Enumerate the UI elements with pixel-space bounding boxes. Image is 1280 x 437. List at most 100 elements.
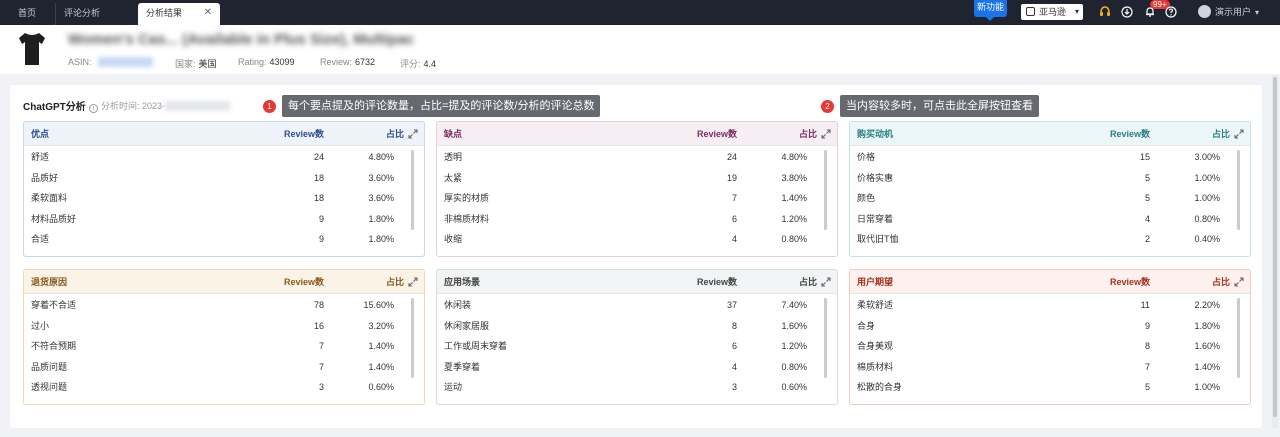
row-label: 材料品质好 (31, 213, 77, 224)
row-label: 夏季穿着 (444, 361, 481, 372)
product-image (19, 33, 45, 65)
table-row: 不符合预期 7 1.40% (24, 336, 424, 357)
row-review-count: 2 (1144, 234, 1150, 244)
row-percent: 4.80% (781, 152, 807, 162)
country-value: 美国 (198, 59, 217, 69)
card-scrollbar[interactable] (824, 150, 827, 230)
card-header: 购买动机 Review数 占比 (850, 122, 1250, 146)
row-percent: 3.60% (368, 172, 394, 183)
card-rows: 透明 24 4.80% 太紧 19 3.80% 厚实的材质 7 1.40% 非棉质材料 6 1.20%… (437, 147, 837, 256)
card-header: 用户期望 Review数 占比 (850, 270, 1250, 294)
table-row: 休闲家居服 8 1.60% (437, 316, 837, 337)
table-row: 松散的合身 5 1.00% (850, 377, 1250, 398)
row-label: 收缩 (444, 234, 463, 244)
card-return-reasons: 退货原因 Review数 占比 穿着不合适 78 15.60% 过小 16 3.20% 不符合预期… (23, 269, 425, 405)
expand-fullscreen-icon[interactable] (1234, 277, 1244, 287)
analysis-time: 分析时间: 2023- (101, 99, 231, 112)
score-value: 4.4 (423, 59, 437, 69)
table-row: 收缩 4 0.80% (437, 229, 837, 250)
row-percent: 0.60% (368, 382, 394, 392)
card-scrollbar[interactable] (824, 298, 827, 378)
table-row: 合适 9 1.80% (24, 229, 424, 250)
table-row: 穿着不合适 78 15.60% (24, 295, 424, 316)
card-scrollbar[interactable] (411, 298, 414, 378)
col-header-review: Review数 (283, 129, 324, 139)
row-percent: 1.40% (368, 361, 394, 372)
card-rows: 穿着不合适 78 15.60% 过小 16 3.20% 不符合预期 7 1.40% 品质问题 7 1.… (24, 295, 424, 404)
tab-home[interactable]: 首页 (10, 3, 50, 25)
card-title: 优点 (31, 129, 50, 139)
analysis-time-redacted (165, 101, 231, 111)
row-review-count: 3 (731, 382, 737, 392)
table-row: 棉质材料 7 1.40% (850, 357, 1250, 378)
expand-fullscreen-icon[interactable] (821, 277, 831, 287)
download-icon[interactable] (1121, 6, 1133, 18)
col-header-percent: 占比 (385, 277, 404, 287)
tab-analysis-result[interactable]: 分析结果 ✕ (138, 3, 220, 25)
card-title: 购买动机 (857, 129, 894, 139)
card-scrollbar[interactable] (411, 150, 414, 230)
row-label: 柔软面料 (31, 193, 68, 203)
row-percent: 0.80% (781, 234, 807, 244)
help-icon[interactable] (1165, 6, 1177, 18)
row-label: 非棉质材料 (444, 213, 490, 224)
row-percent: 1.40% (368, 341, 394, 351)
table-row: 过小 16 3.20% (24, 316, 424, 337)
row-percent: 1.60% (1194, 341, 1220, 351)
row-percent: 1.40% (1194, 361, 1220, 372)
headset-icon[interactable] (1099, 6, 1111, 18)
close-icon[interactable]: ✕ (204, 3, 212, 23)
row-percent: 0.80% (781, 361, 807, 372)
card-purchase-motivation: 购买动机 Review数 占比 价格 15 3.00% 价格实惠 5 1.00% 颜色 5 1.00%… (849, 121, 1251, 257)
card-title: 退货原因 (31, 277, 68, 287)
analysis-title: ChatGPT分析 i (23, 98, 98, 113)
card-scrollbar[interactable] (1237, 298, 1240, 378)
info-icon[interactable]: i (88, 104, 98, 113)
row-label: 不符合预期 (31, 341, 77, 351)
page-scrollbar[interactable] (1272, 75, 1278, 428)
table-row: 品质好 18 3.60% (24, 168, 424, 189)
row-review-count: 7 (1144, 361, 1150, 372)
card-user-expectations: 用户期望 Review数 占比 柔软舒适 11 2.20% 合身 9 1.80% 合身美观 8 1.6… (849, 269, 1251, 405)
card-scrollbar[interactable] (1237, 150, 1240, 230)
row-percent: 4.80% (368, 152, 394, 162)
marketplace-select[interactable]: 亚马逊 ▾ (1021, 4, 1083, 20)
table-row: 材料品质好 9 1.80% (24, 209, 424, 230)
new-feature-button[interactable]: 新功能 (974, 0, 1007, 21)
row-percent: 1.80% (368, 234, 394, 244)
row-percent: 1.20% (781, 213, 807, 224)
row-review-count: 7 (731, 193, 737, 203)
tab-review-analysis[interactable]: 评论分析 (55, 3, 137, 25)
row-review-count: 15 (1139, 152, 1150, 162)
row-label: 休闲家居服 (444, 320, 490, 331)
expand-fullscreen-icon[interactable] (408, 129, 418, 139)
row-review-count: 37 (726, 300, 737, 310)
expand-fullscreen-icon[interactable] (1234, 129, 1244, 139)
analysis-title-text: ChatGPT分析 (23, 102, 86, 113)
col-header-percent: 占比 (385, 129, 404, 139)
card-header: 应用场景 Review数 占比 (437, 270, 837, 294)
expand-fullscreen-icon[interactable] (408, 277, 418, 287)
row-review-count: 7 (318, 341, 324, 351)
card-usage-scenarios: 应用场景 Review数 占比 休闲装 37 7.40% 休闲家居服 8 1.60% 工作或周末穿… (436, 269, 838, 405)
expand-fullscreen-icon[interactable] (821, 129, 831, 139)
row-label: 柔软舒适 (857, 300, 894, 310)
chevron-down-icon: ▾ (1074, 7, 1079, 16)
row-review-count: 16 (313, 320, 324, 331)
tip-2-tooltip: 当内容较多时，可点击此全屏按钮查看 (840, 95, 1039, 117)
row-label: 品质问题 (31, 361, 68, 372)
tip-2-number: 2 (821, 100, 834, 113)
card-title: 用户期望 (857, 277, 894, 287)
user-menu[interactable]: 演示用户 ▾ (1198, 5, 1259, 20)
row-label: 松散的合身 (857, 382, 903, 392)
col-header-percent: 占比 (798, 129, 817, 139)
row-review-count: 24 (313, 152, 324, 162)
table-row: 柔软面料 18 3.60% (24, 188, 424, 209)
row-percent: 0.80% (1194, 213, 1220, 224)
user-name: 演示用户 (1215, 7, 1252, 17)
card-title: 缺点 (444, 129, 463, 139)
table-row: 价格 15 3.00% (850, 147, 1250, 168)
table-row: 日常穿着 4 0.80% (850, 209, 1250, 230)
row-label: 价格 (857, 152, 876, 162)
table-row: 透明 24 4.80% (437, 147, 837, 168)
